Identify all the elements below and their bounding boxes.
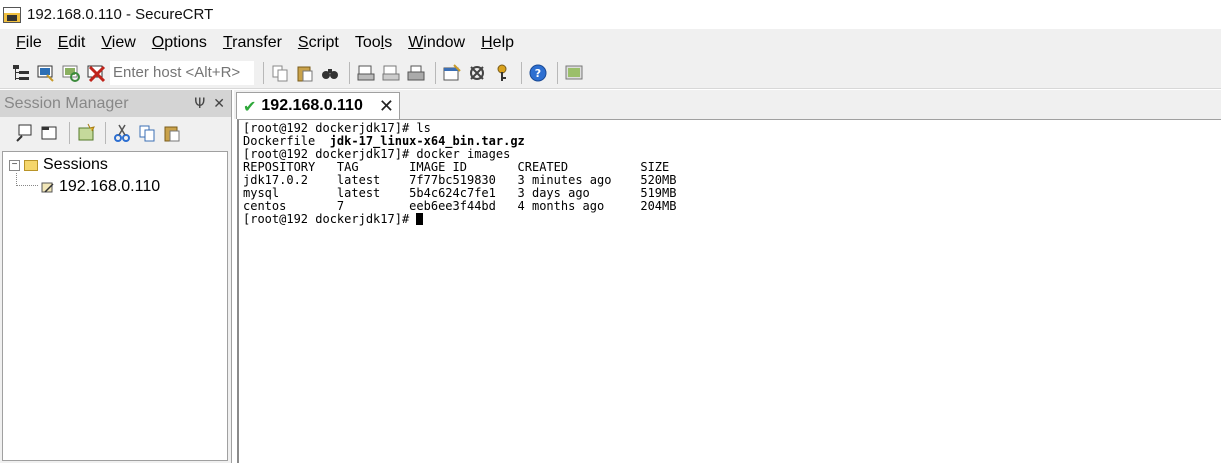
menu-window-label: indow	[423, 34, 466, 51]
enter-host-input[interactable]	[110, 60, 254, 85]
terminal-prompt: [root@192 dockerjdk17]#	[243, 147, 410, 161]
print-screen-icon[interactable]	[355, 62, 377, 84]
toolbar-separator	[557, 61, 558, 84]
terminal-cursor	[416, 213, 424, 225]
tree-node-sessions[interactable]: − Sessions	[3, 154, 227, 176]
tree-connector	[16, 185, 38, 186]
main-toolbar: ?	[0, 57, 1221, 89]
session-manager-panel: Session Manager Ψ ✕ − Sessions 192.168.0…	[0, 90, 232, 463]
connected-check-icon: ✔	[243, 96, 257, 116]
terminal-prompt: [root@192 dockerjdk17]#	[243, 121, 410, 135]
tree-node-sessions-label: Sessions	[43, 156, 108, 173]
close-panel-icon[interactable]: ✕	[213, 96, 225, 112]
terminal-line: [root@192 dockerjdk17]#	[243, 213, 1221, 226]
global-options-icon[interactable]	[466, 62, 488, 84]
quick-connect-icon[interactable]	[35, 62, 57, 84]
menu-edit-label: dit	[68, 34, 86, 51]
screen-icon[interactable]	[563, 62, 585, 84]
new-session-icon[interactable]	[75, 122, 97, 144]
disconnect-icon[interactable]	[85, 62, 107, 84]
menu-options[interactable]: Options	[144, 34, 215, 52]
menu-window[interactable]: Window	[400, 34, 473, 52]
svg-text:?: ?	[535, 67, 541, 80]
copy-icon[interactable]	[269, 62, 291, 84]
tab-session[interactable]: ✔ 192.168.0.110 ✕	[236, 92, 400, 119]
toolbar-separator	[349, 61, 350, 84]
window-title: 192.168.0.110 - SecureCRT	[27, 6, 214, 23]
print-icon[interactable]	[405, 62, 427, 84]
menu-help-mnemonic: H	[481, 34, 493, 51]
menu-window-mnemonic: W	[408, 34, 424, 51]
session-tree: − Sessions 192.168.0.110	[2, 151, 228, 461]
terminal-screen[interactable]: [root@192 dockerjdk17]# ls Dockerfile jd…	[237, 119, 1221, 463]
menu-help[interactable]: Help	[473, 34, 522, 52]
copy-session-icon[interactable]	[136, 122, 158, 144]
tab-session-label: 192.168.0.110	[261, 97, 363, 114]
paste-icon[interactable]	[294, 62, 316, 84]
session-tab-strip: ✔ 192.168.0.110 ✕	[234, 90, 1221, 119]
menu-file[interactable]: File	[8, 34, 50, 52]
session-manager-title: Session Manager	[4, 94, 129, 112]
securecrt-app-icon	[3, 6, 21, 23]
connect-icon[interactable]	[10, 62, 32, 84]
toolbar-separator	[105, 122, 106, 144]
connect-session-icon[interactable]	[14, 122, 36, 144]
cut-icon[interactable]	[111, 122, 133, 144]
ls-output-file: Dockerfile	[243, 134, 330, 148]
menu-transfer[interactable]: Transfer	[215, 34, 290, 52]
menu-edit-mnemonic: E	[57, 34, 69, 51]
menu-tools[interactable]: Tools	[347, 34, 400, 52]
session-icon	[41, 180, 55, 194]
menu-view-label: iew	[111, 34, 136, 51]
menu-view[interactable]: View	[93, 34, 143, 52]
pin-icon[interactable]: Ψ	[194, 96, 205, 112]
menu-tools-label-pre: Too	[354, 34, 381, 51]
title-bar: 192.168.0.110 - SecureCRT	[0, 0, 1221, 29]
toolbar-separator	[69, 122, 70, 144]
terminal-command: docker images	[409, 147, 511, 161]
ls-output-archive: jdk-17_linux-x64_bin.tar.gz	[329, 134, 525, 148]
tree-node-session[interactable]: 192.168.0.110	[3, 176, 227, 198]
menu-bar: File Edit View Options Transfer Script T…	[0, 29, 1221, 57]
session-options-icon[interactable]	[441, 62, 463, 84]
toolbar-separator	[435, 61, 436, 84]
menu-options-label: ptions	[164, 34, 207, 51]
help-icon[interactable]: ?	[527, 62, 549, 84]
menu-edit[interactable]: Edit	[50, 34, 94, 52]
connect-in-tab-icon[interactable]	[39, 122, 61, 144]
terminal-command: ls	[409, 121, 431, 135]
menu-script[interactable]: Script	[290, 34, 347, 52]
menu-script-mnemonic: S	[297, 34, 309, 51]
tree-node-session-label: 192.168.0.110	[59, 178, 161, 195]
collapse-icon[interactable]: −	[9, 159, 20, 171]
toolbar-separator	[521, 61, 522, 84]
tab-close-icon[interactable]: ✕	[379, 96, 394, 117]
menu-options-mnemonic: O	[151, 34, 165, 51]
menu-transfer-label: ransfer	[232, 34, 282, 51]
menu-view-mnemonic: V	[101, 34, 112, 51]
terminal-prompt: [root@192 dockerjdk17]#	[243, 212, 410, 226]
session-manager-toolbar	[0, 117, 231, 149]
paste-session-icon[interactable]	[161, 122, 183, 144]
print-selection-icon[interactable]	[380, 62, 402, 84]
menu-transfer-mnemonic: T	[222, 34, 233, 51]
find-icon[interactable]	[319, 62, 341, 84]
toolbar-separator	[263, 61, 264, 84]
session-manager-header: Session Manager Ψ ✕	[0, 90, 231, 117]
reconnect-icon[interactable]	[60, 62, 82, 84]
menu-file-label: ile	[25, 34, 42, 51]
menu-tools-label: s	[384, 34, 393, 51]
menu-help-label: elp	[492, 34, 515, 51]
folder-icon	[24, 159, 38, 171]
menu-script-label: cript	[308, 34, 339, 51]
keymap-icon[interactable]	[491, 62, 513, 84]
menu-file-mnemonic: F	[16, 34, 26, 51]
